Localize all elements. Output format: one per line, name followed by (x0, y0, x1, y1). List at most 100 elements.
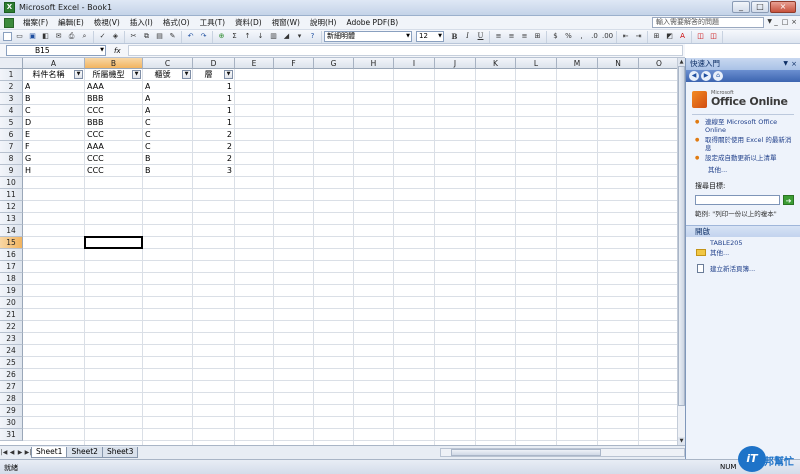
table-cell[interactable]: E (25, 129, 30, 141)
font-name-select[interactable]: 新細明體 ▼ (324, 31, 412, 42)
menu-window[interactable]: 視窗(W) (267, 17, 305, 28)
format-painter-icon[interactable]: ✎ (167, 31, 178, 42)
horizontal-scroll-thumb[interactable] (451, 449, 601, 456)
row-header-16[interactable]: 16 (0, 249, 23, 261)
row-header-19[interactable]: 19 (0, 285, 23, 297)
sort-descending-icon[interactable]: ↓ (255, 31, 266, 42)
first-sheet-icon[interactable]: |◀ (0, 449, 8, 456)
excel-app-icon[interactable]: X (4, 2, 15, 13)
name-box[interactable]: B15 ▼ (6, 45, 106, 56)
hyperlink-icon[interactable]: ⊕ (216, 31, 227, 42)
formula-input[interactable] (128, 45, 683, 56)
row-header-11[interactable]: 11 (0, 189, 23, 201)
table-cell[interactable]: AAA (87, 81, 104, 93)
decrease-indent-icon[interactable]: ⇤ (620, 31, 631, 42)
table-cell[interactable]: CCC (87, 153, 104, 165)
row-header-31[interactable]: 31 (0, 429, 23, 441)
column-header-m[interactable]: M (557, 58, 598, 69)
table-header-cell[interactable]: 所屬機型 (85, 69, 132, 81)
research-icon[interactable]: ◈ (110, 31, 121, 42)
table-cell[interactable]: A (145, 93, 150, 105)
task-pane-close-button[interactable]: × (791, 58, 797, 70)
row-header-12[interactable]: 12 (0, 201, 23, 213)
column-header-h[interactable]: H (354, 58, 394, 69)
borders-icon[interactable]: ⊞ (651, 31, 662, 42)
row-header-17[interactable]: 17 (0, 261, 23, 273)
select-all-corner[interactable] (0, 58, 23, 69)
worksheet-grid[interactable]: A B C D E F G H I J K L M N O 1 2 3 4 5 6 7 8 9 10 11 12 13 14 15 16 17… (0, 58, 677, 445)
menu-format[interactable]: 格式(O) (158, 17, 195, 28)
table-cell[interactable]: C (25, 105, 31, 117)
adobe-pdf-icon[interactable]: ◫ (695, 31, 706, 42)
column-header-j[interactable]: J (435, 58, 476, 69)
menu-adobe-pdf[interactable]: Adobe PDF(B) (341, 18, 403, 27)
table-cell[interactable]: B (145, 165, 151, 177)
row-header-20[interactable]: 20 (0, 297, 23, 309)
autosum-icon[interactable]: Σ (229, 31, 240, 42)
column-header-k[interactable]: K (476, 58, 516, 69)
doc-minimize-button[interactable]: _ (772, 17, 780, 27)
align-center-icon[interactable]: ≡ (506, 31, 517, 42)
table-cell[interactable]: G (25, 153, 31, 165)
comma-button[interactable]: , (576, 31, 587, 42)
minimize-button[interactable]: _ (732, 1, 750, 13)
autofilter-dropdown-icon[interactable]: ▼ (182, 70, 191, 79)
copy-icon[interactable]: ⧉ (141, 31, 152, 42)
column-header-n[interactable]: N (598, 58, 639, 69)
column-header-g[interactable]: G (314, 58, 354, 69)
column-header-f[interactable]: F (274, 58, 314, 69)
row-header-5[interactable]: 5 (0, 117, 23, 129)
row-header-8[interactable]: 8 (0, 153, 23, 165)
row-header-22[interactable]: 22 (0, 321, 23, 333)
column-header-b[interactable]: B (85, 58, 143, 69)
table-cell[interactable]: B (25, 93, 31, 105)
table-cell[interactable]: C (145, 129, 151, 141)
row-header-4[interactable]: 4 (0, 105, 23, 117)
table-cell[interactable]: 1 (193, 117, 232, 129)
menu-help[interactable]: 說明(H) (305, 17, 342, 28)
row-header-28[interactable]: 28 (0, 393, 23, 405)
table-header-cell[interactable]: 層 (193, 69, 224, 81)
link-more[interactable]: 其他... (686, 163, 800, 175)
menu-edit[interactable]: 編輯(E) (53, 17, 89, 28)
column-header-l[interactable]: L (516, 58, 557, 69)
column-header-d[interactable]: D (193, 58, 235, 69)
menu-file[interactable]: 檔案(F) (18, 17, 53, 28)
row-header-15[interactable]: 15 (0, 237, 23, 249)
fill-color-icon[interactable]: ◩ (664, 31, 675, 42)
row-header-23[interactable]: 23 (0, 333, 23, 345)
table-cell[interactable]: A (25, 81, 30, 93)
row-header-6[interactable]: 6 (0, 129, 23, 141)
email-icon[interactable]: ✉ (53, 31, 64, 42)
autofilter-dropdown-icon[interactable]: ▼ (74, 70, 83, 79)
row-header-10[interactable]: 10 (0, 177, 23, 189)
row-header-27[interactable]: 27 (0, 381, 23, 393)
next-sheet-icon[interactable]: ▶ (16, 449, 24, 456)
table-cell[interactable]: AAA (87, 141, 104, 153)
underline-button[interactable]: U (475, 31, 486, 42)
row-header-1[interactable]: 1 (0, 69, 23, 81)
percent-button[interactable]: % (563, 31, 574, 42)
save-icon[interactable]: ▣ (27, 31, 38, 42)
italic-button[interactable]: I (462, 31, 473, 42)
vertical-scrollbar[interactable]: ▲ ▼ (677, 58, 685, 445)
chart-wizard-icon[interactable]: ▥ (268, 31, 279, 42)
table-cell[interactable]: 2 (193, 141, 232, 153)
table-header-cell[interactable]: 櫃號 (143, 69, 182, 81)
close-button[interactable]: × (770, 1, 796, 13)
horizontal-scrollbar[interactable] (440, 448, 685, 457)
table-cell[interactable]: F (25, 141, 30, 153)
doc-restore-button[interactable]: □ (781, 17, 789, 27)
doc-close-button[interactable]: × (790, 17, 798, 27)
table-cell[interactable]: CCC (87, 129, 104, 141)
table-cell[interactable]: BBB (87, 93, 103, 105)
column-header-e[interactable]: E (235, 58, 274, 69)
table-cell[interactable]: BBB (87, 117, 103, 129)
new-workbook-link[interactable]: 建立新活頁簿... (686, 257, 800, 273)
row-header-24[interactable]: 24 (0, 345, 23, 357)
table-cell[interactable]: B (145, 153, 151, 165)
row-header-3[interactable]: 3 (0, 93, 23, 105)
prev-sheet-icon[interactable]: ◀ (8, 449, 16, 456)
row-header-29[interactable]: 29 (0, 405, 23, 417)
decrease-decimal-button[interactable]: .00 (602, 31, 613, 42)
